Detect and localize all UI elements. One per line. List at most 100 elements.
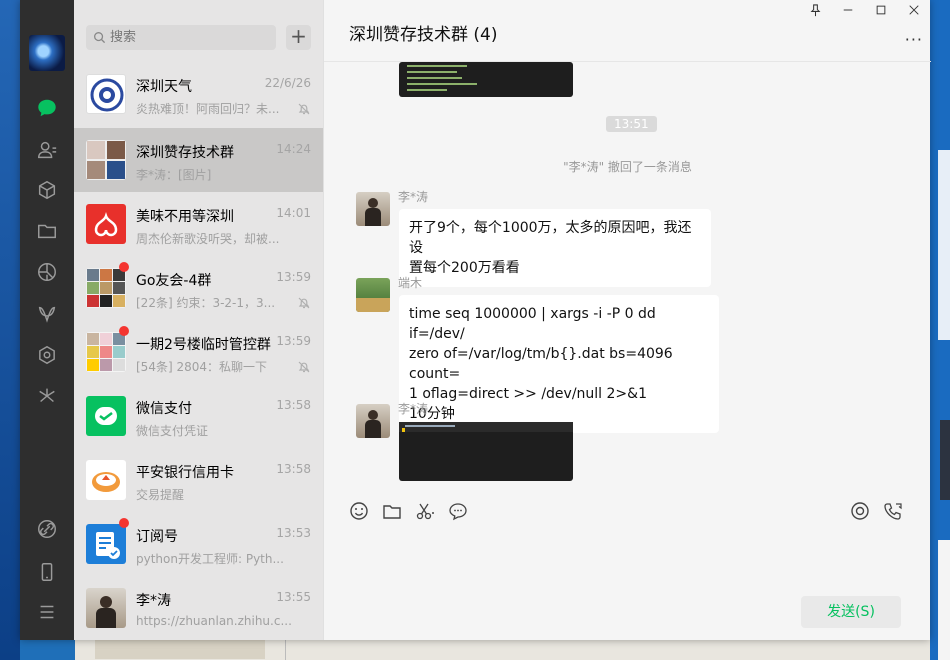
background-window-strip xyxy=(938,150,950,340)
chat-list-item[interactable]: 微信支付 13:58 微信支付凭证 xyxy=(74,384,323,448)
unread-dot xyxy=(119,262,129,272)
chat-main-panel: 深圳赞存技术群 (4) ··· 13:51 "李*涛" 撤回了一条消息 李*涛 … xyxy=(323,0,931,640)
chat-time: 13:55 xyxy=(276,590,311,604)
chat-list-header: 搜索 + xyxy=(74,0,323,62)
chat-avatar xyxy=(86,74,126,114)
chat-icon[interactable] xyxy=(33,94,61,122)
files-icon[interactable] xyxy=(33,217,61,245)
chat-preview: 交易提醒 xyxy=(136,488,185,502)
chat-list-item[interactable]: 深圳天气 22/6/26 炎热难顶！阿雨回归？未... xyxy=(74,62,323,126)
moments-icon[interactable] xyxy=(33,258,61,286)
sender-avatar[interactable] xyxy=(356,404,390,438)
phone-icon[interactable] xyxy=(33,558,61,586)
group-avatar xyxy=(86,332,126,372)
mute-icon xyxy=(298,297,310,309)
chat-preview: [22条] 约束：3-2-1，3... xyxy=(136,296,276,310)
chat-name: 一期2号楼临时管控群 xyxy=(136,337,271,353)
group-avatar xyxy=(86,140,126,180)
background-divider xyxy=(285,637,286,660)
chat-avatar xyxy=(86,524,126,564)
chat-time: 14:24 xyxy=(276,142,311,156)
chat-name: 订阅号 xyxy=(136,529,178,545)
mobile-link-icon[interactable] xyxy=(33,515,61,543)
chat-list-item[interactable]: 李*涛 13:55 https://zhuanlan.zhihu.c... xyxy=(74,576,323,640)
system-message: "李*涛" 撤回了一条消息 xyxy=(563,160,692,174)
chat-list-panel: 搜索 + 深圳天气 22/6/26 炎热难顶！阿雨回归？未... 深圳赞存技术群… xyxy=(74,0,323,640)
chat-name: 李*涛 xyxy=(136,593,171,609)
chat-name: 美味不用等深圳 xyxy=(136,209,234,225)
chat-avatar xyxy=(86,460,126,500)
message-area[interactable]: 13:51 "李*涛" 撤回了一条消息 李*涛 开了9个，每个1000万，太多的… xyxy=(324,62,931,492)
pin-icon[interactable] xyxy=(803,4,827,22)
chat-list-item-active[interactable]: 深圳赞存技术群 14:24 李*涛：[图片] xyxy=(74,128,323,192)
sender-avatar[interactable] xyxy=(356,278,390,312)
live-icon[interactable] xyxy=(849,500,871,522)
chat-preview: 微信支付凭证 xyxy=(136,424,209,438)
chat-preview: 李*涛：[图片] xyxy=(136,168,212,182)
scissors-icon[interactable] xyxy=(414,500,436,522)
chat-list-item[interactable]: 平安银行信用卡 13:58 交易提醒 xyxy=(74,448,323,512)
sender-avatar[interactable] xyxy=(356,192,390,226)
chat-time: 13:59 xyxy=(276,334,311,348)
chat-time: 13:53 xyxy=(276,526,311,540)
my-avatar[interactable] xyxy=(29,35,65,71)
background-window-strip xyxy=(938,540,950,660)
chat-preview: python开发工程师: Pyth... xyxy=(136,552,284,566)
chat-list-item[interactable]: 订阅号 13:53 python开发工程师: Pyth... xyxy=(74,512,323,576)
add-chat-button[interactable]: + xyxy=(286,25,311,50)
mute-icon xyxy=(298,103,310,115)
message-bubble[interactable]: 开了9个，每个1000万，太多的原因吧，我还设 置每个200万看看 xyxy=(399,209,711,287)
chat-avatar xyxy=(86,588,126,628)
contacts-icon[interactable] xyxy=(33,136,61,164)
background-window-strip xyxy=(940,420,950,500)
chat-header: 深圳赞存技术群 (4) ··· xyxy=(324,0,931,62)
unread-dot xyxy=(119,326,129,336)
message-bubble[interactable]: time seq 1000000 | xargs -i -P 0 dd if=/… xyxy=(399,295,719,433)
close-icon[interactable] xyxy=(902,4,926,22)
chat-name: 深圳赞存技术群 xyxy=(136,145,234,161)
unread-dot xyxy=(119,518,129,528)
menu-icon[interactable] xyxy=(33,598,61,626)
desktop-right-edge xyxy=(930,0,950,660)
emoji-icon[interactable] xyxy=(348,500,370,522)
nav-sidebar xyxy=(20,0,74,640)
wechat-window: 搜索 + 深圳天气 22/6/26 炎热难顶！阿雨回归？未... 深圳赞存技术群… xyxy=(20,0,931,640)
chat-avatar xyxy=(86,396,126,436)
chat-preview: https://zhuanlan.zhihu.c... xyxy=(136,614,291,628)
image-message-screenshot[interactable] xyxy=(399,62,573,97)
minimize-icon[interactable] xyxy=(836,4,860,22)
call-icon[interactable] xyxy=(882,500,904,522)
chat-list-item[interactable]: Go友会-4群 13:59 [22条] 约束：3-2-1，3... xyxy=(74,256,323,320)
chat-name: Go友会-4群 xyxy=(136,273,212,289)
maximize-icon[interactable] xyxy=(869,4,893,22)
search-placeholder: 搜索 xyxy=(110,30,137,45)
folder-icon[interactable] xyxy=(381,500,403,522)
more-options-icon[interactable]: ··· xyxy=(905,30,923,49)
sender-name: 端木 xyxy=(398,276,423,290)
sender-name: 李*涛 xyxy=(398,190,429,204)
mute-icon xyxy=(298,361,310,373)
chat-title: 深圳赞存技术群 (4) xyxy=(349,25,498,45)
sender-name: 李*涛 xyxy=(398,402,429,416)
chat-avatar xyxy=(86,204,126,244)
search-input[interactable]: 搜索 xyxy=(86,25,276,50)
send-button[interactable]: 发送(S) xyxy=(801,596,901,628)
chat-preview: 周杰伦新歌没听哭，却被... xyxy=(136,232,280,246)
search-feature-icon[interactable] xyxy=(33,382,61,410)
chat-preview: 炎热难顶！阿雨回归？未... xyxy=(136,102,280,116)
chat-time: 14:01 xyxy=(276,206,311,220)
chat-time: 13:58 xyxy=(276,398,311,412)
mini-programs-icon[interactable] xyxy=(33,341,61,369)
group-avatar xyxy=(86,268,126,308)
chat-list-item[interactable]: 一期2号楼临时管控群 13:59 [54条] 2804：私聊一下 xyxy=(74,320,323,384)
channels-icon[interactable] xyxy=(33,300,61,328)
chat-history-icon[interactable] xyxy=(447,500,469,522)
chat-time: 13:59 xyxy=(276,270,311,284)
background-panel xyxy=(95,639,265,659)
image-message-screenshot[interactable] xyxy=(399,422,573,481)
chat-name: 微信支付 xyxy=(136,401,192,417)
collections-icon[interactable] xyxy=(33,176,61,204)
desktop-left-edge xyxy=(0,0,20,660)
chat-list-item[interactable]: 美味不用等深圳 14:01 周杰伦新歌没听哭，却被... xyxy=(74,192,323,256)
chat-preview: [54条] 2804：私聊一下 xyxy=(136,360,267,374)
